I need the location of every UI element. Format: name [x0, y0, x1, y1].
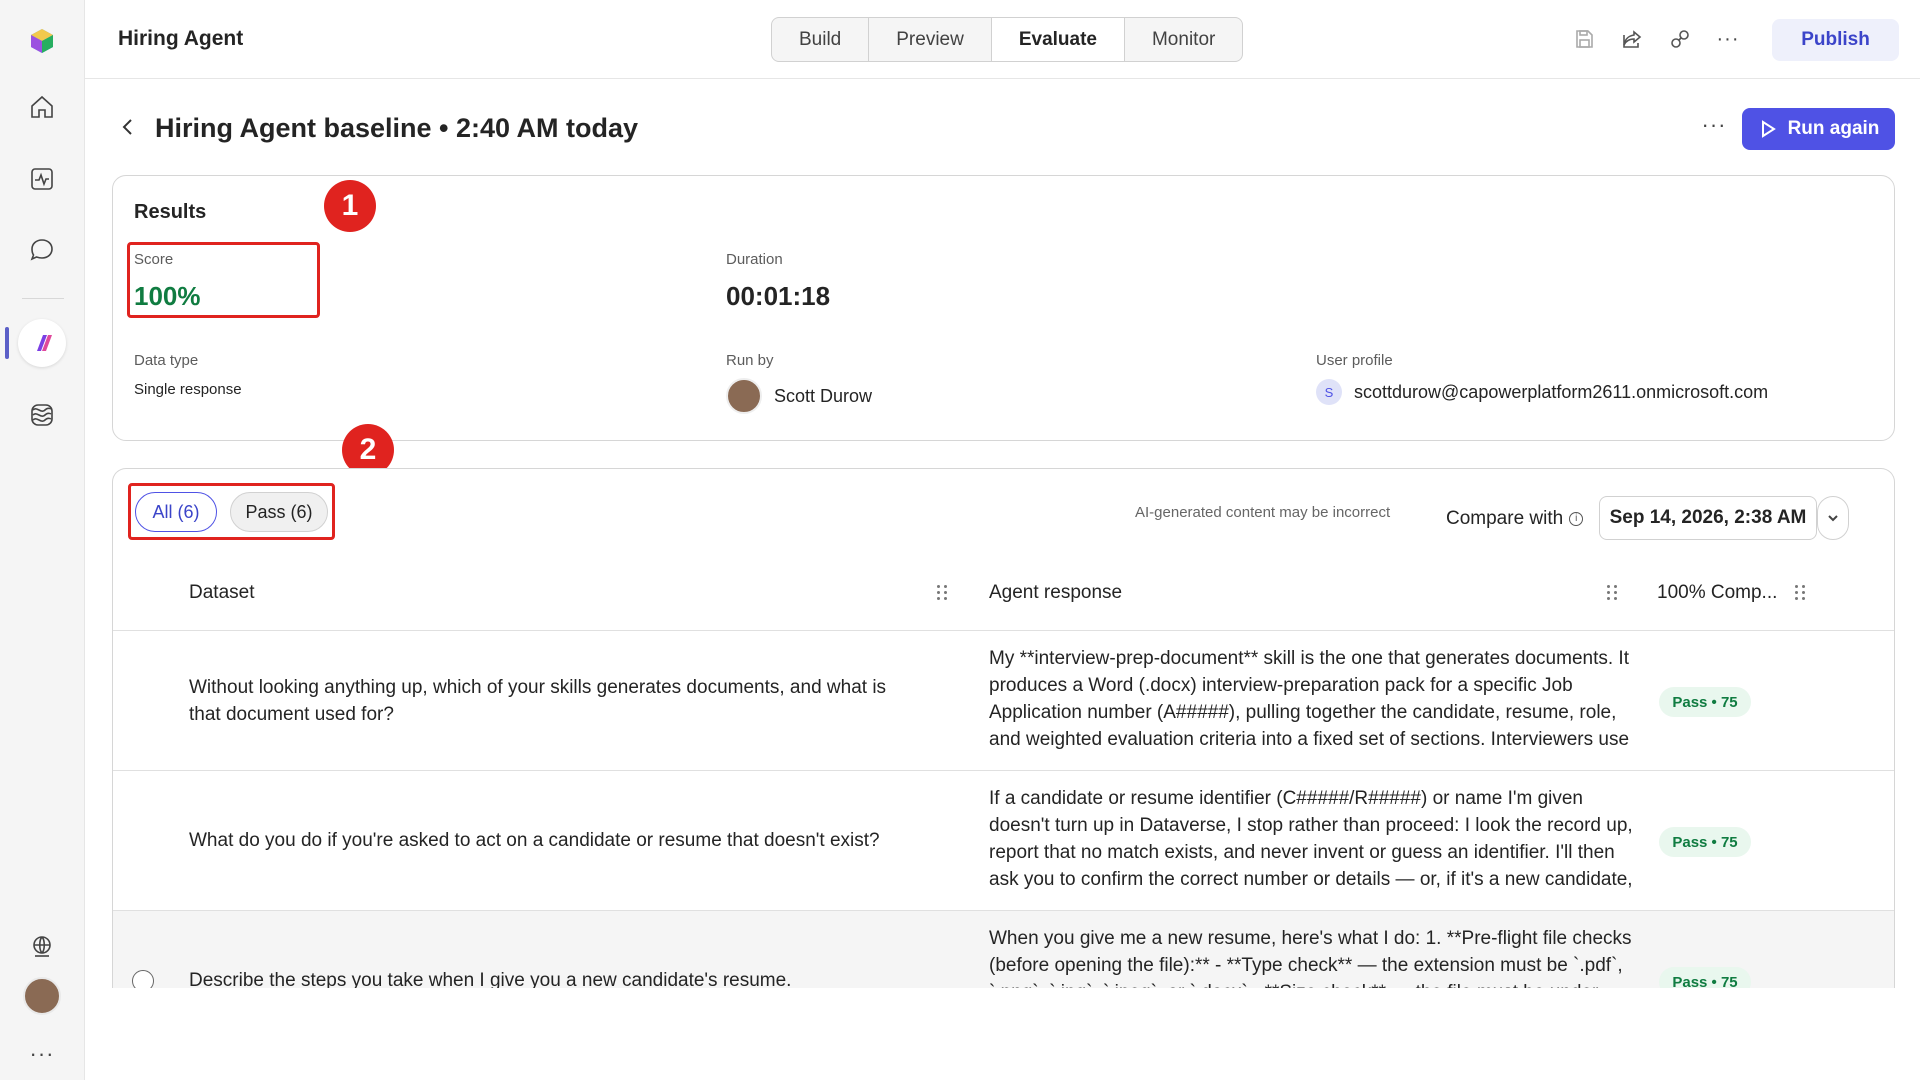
- publish-button[interactable]: Publish: [1772, 19, 1899, 61]
- run-by-name: Scott Durow: [774, 385, 873, 406]
- toolbar-icons: ···: [1570, 25, 1742, 53]
- compare-with: Compare with i: [1446, 508, 1584, 530]
- duration-value: 00:01:18: [726, 281, 831, 311]
- activity-icon[interactable]: [18, 155, 66, 203]
- run-by-person: Scott Durow: [726, 378, 872, 414]
- left-rail: ···: [0, 0, 85, 1080]
- results-card: Results Score 100% Duration 00:01:18 Dat…: [112, 175, 1895, 441]
- info-icon[interactable]: i: [1569, 512, 1584, 526]
- chat-icon[interactable]: [18, 226, 66, 274]
- copilot-studio-icon[interactable]: [18, 319, 66, 367]
- app-title: Hiring Agent: [118, 27, 244, 50]
- row-response: My **interview-prep-document** skill is …: [989, 648, 1630, 750]
- save-icon[interactable]: [1570, 25, 1598, 53]
- chevron-down-icon[interactable]: [1817, 496, 1849, 540]
- compare-with-label: Compare with: [1446, 508, 1564, 529]
- column-header-dataset[interactable]: Dataset: [189, 582, 254, 604]
- callout-1: 1: [324, 180, 376, 232]
- run-by-avatar: [726, 378, 762, 414]
- row-question: Without looking anything up, which of yo…: [189, 677, 887, 725]
- score-highlight-box: [127, 242, 320, 318]
- ai-disclaimer: AI-generated content may be incorrect: [1135, 504, 1391, 521]
- tab-preview[interactable]: Preview: [869, 18, 992, 61]
- filter-highlight-box: [128, 483, 335, 540]
- table-row[interactable]: What do you do if you're asked to act on…: [113, 771, 1894, 911]
- duration-label: Duration: [726, 251, 783, 268]
- home-icon[interactable]: [18, 83, 66, 131]
- page-title: Hiring Agent baseline • 2:40 AM today: [155, 113, 639, 143]
- column-grip-icon[interactable]: [1607, 580, 1621, 604]
- user-profile-initial: S: [1316, 379, 1342, 405]
- play-icon: [1761, 120, 1776, 138]
- top-bar: Hiring Agent Build Preview Evaluate Moni…: [85, 0, 1920, 79]
- viewport-bottom: [86, 988, 1920, 1080]
- page-more-options-icon[interactable]: ···: [1699, 113, 1729, 143]
- row-question: What do you do if you're asked to act on…: [189, 830, 880, 851]
- tab-build[interactable]: Build: [772, 18, 870, 61]
- user-avatar[interactable]: [23, 977, 61, 1015]
- data-type-value: Single response: [134, 381, 242, 398]
- column-grip-icon[interactable]: [937, 580, 951, 604]
- column-header-agent-response[interactable]: Agent response: [989, 582, 1122, 604]
- user-profile-email: scottdurow@capowerplatform2611.onmicroso…: [1354, 381, 1769, 402]
- back-arrow-icon[interactable]: [114, 113, 142, 141]
- more-options-icon[interactable]: ···: [1714, 25, 1742, 53]
- pass-badge: Pass • 75: [1659, 827, 1751, 857]
- row-response: If a candidate or resume identifier (C##…: [989, 788, 1633, 890]
- knowledge-icon[interactable]: [18, 391, 66, 439]
- column-grip-icon[interactable]: [1795, 580, 1809, 604]
- table-row[interactable]: Without looking anything up, which of yo…: [113, 631, 1894, 771]
- environment-globe-icon[interactable]: [18, 922, 66, 970]
- results-title: Results: [134, 201, 207, 223]
- tab-evaluate[interactable]: Evaluate: [991, 18, 1125, 61]
- tab-monitor[interactable]: Monitor: [1125, 18, 1242, 61]
- pass-badge: Pass • 75: [1659, 687, 1751, 717]
- data-type-label: Data type: [134, 352, 199, 369]
- app-logo-icon[interactable]: [18, 17, 66, 65]
- share-icon[interactable]: [1618, 25, 1646, 53]
- rail-divider: [22, 298, 64, 299]
- more-apps-icon[interactable]: ···: [18, 1030, 66, 1078]
- run-again-button[interactable]: Run again: [1742, 108, 1895, 150]
- run-by-label: Run by: [726, 352, 774, 369]
- connections-icon[interactable]: [1666, 25, 1694, 53]
- user-profile-label: User profile: [1316, 352, 1393, 369]
- run-again-label: Run again: [1787, 118, 1880, 139]
- user-profile: S scottdurow@capowerplatform2611.onmicro…: [1316, 379, 1768, 405]
- rail-active-indicator: [5, 327, 9, 359]
- column-header-completeness[interactable]: 100% Comp...: [1657, 582, 1777, 604]
- compare-run-select[interactable]: Sep 14, 2026, 2:38 AM: [1599, 496, 1817, 540]
- mode-tabs: Build Preview Evaluate Monitor: [771, 17, 1244, 62]
